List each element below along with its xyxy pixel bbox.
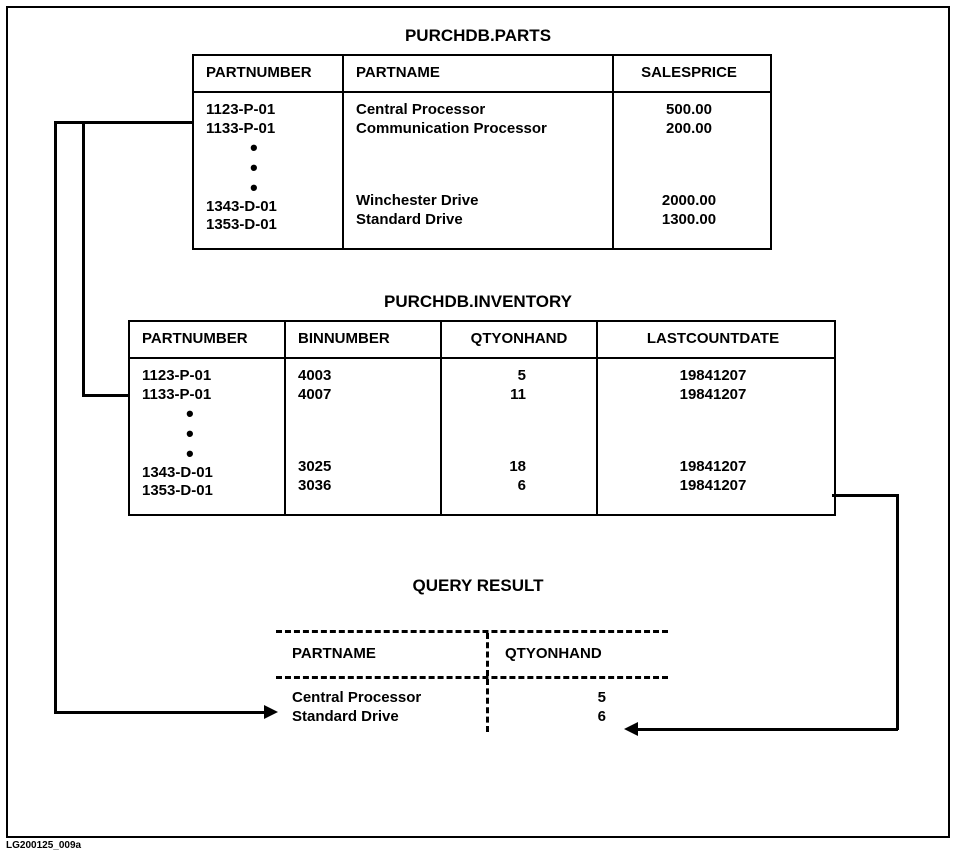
table-cell: 1353-D-01 <box>142 482 272 501</box>
figure-code: LG200125_009a <box>6 840 81 851</box>
table-cell: 1353-D-01 <box>206 216 330 235</box>
parts-body: 1123-P-01 1133-P-01 ••• 1343-D-01 1353-D… <box>194 93 770 248</box>
inv-col-partnumber: 1123-P-01 1133-P-01 ••• 1343-D-01 1353-D… <box>130 359 286 514</box>
table-cell: 200.00 <box>626 120 752 139</box>
parts-header-row: PARTNUMBER PARTNAME SALESPRICE <box>194 56 770 93</box>
table-cell: Central Processor <box>356 101 600 120</box>
inv-hdr-partnumber: PARTNUMBER <box>130 322 286 357</box>
table-cell: 1133-P-01 <box>206 120 330 139</box>
inv-hdr-binnumber: BINNUMBER <box>286 322 442 357</box>
parts-col-partnumber: 1123-P-01 1133-P-01 ••• 1343-D-01 1353-D… <box>194 93 344 248</box>
arrow-right-icon <box>264 705 278 719</box>
table-cell: Standard Drive <box>356 211 600 230</box>
connector-line <box>638 728 898 731</box>
query-header-row: PARTNAME QTYONHAND <box>276 630 668 676</box>
connector-line <box>54 121 57 713</box>
ellipsis-icon: ••• <box>206 138 330 197</box>
table-cell: 1123-P-01 <box>206 101 330 120</box>
inventory-body: 1123-P-01 1133-P-01 ••• 1343-D-01 1353-D… <box>130 359 834 514</box>
inventory-title: PURCHDB.INVENTORY <box>8 292 948 312</box>
parts-table: PARTNUMBER PARTNAME SALESPRICE 1123-P-01… <box>192 54 772 250</box>
table-cell: 1343-D-01 <box>206 198 330 217</box>
inventory-header-row: PARTNUMBER BINNUMBER QTYONHAND LASTCOUNT… <box>130 322 834 359</box>
table-cell: 4003 <box>298 367 428 386</box>
inv-hdr-qtyonhand: QTYONHAND <box>442 322 598 357</box>
table-cell: Communication Processor <box>356 120 600 139</box>
parts-col-partname: Central Processor Communication Processo… <box>344 93 614 248</box>
table-cell: 19841207 <box>610 477 816 496</box>
table-cell: 18 <box>454 458 526 477</box>
connector-line <box>82 394 128 397</box>
inventory-table: PARTNUMBER BINNUMBER QTYONHAND LASTCOUNT… <box>128 320 836 516</box>
table-cell: Winchester Drive <box>356 192 600 211</box>
inv-col-qtyonhand: 5 11 18 6 <box>442 359 598 514</box>
table-cell: 11 <box>454 386 526 405</box>
query-title: QUERY RESULT <box>8 576 948 596</box>
table-cell: 5 <box>505 689 606 708</box>
connector-line <box>832 494 898 497</box>
table-cell: 1343-D-01 <box>142 464 272 483</box>
diagram-frame: PURCHDB.PARTS PARTNUMBER PARTNAME SALESP… <box>6 6 950 838</box>
qr-col-partname: Central Processor Standard Drive <box>276 679 486 733</box>
table-cell: Standard Drive <box>292 708 470 727</box>
qr-col-qtyonhand: 5 6 <box>486 679 666 733</box>
table-cell: 1133-P-01 <box>142 386 272 405</box>
table-cell: 3025 <box>298 458 428 477</box>
inv-hdr-lastcountdate: LASTCOUNTDATE <box>598 322 828 357</box>
table-cell: 3036 <box>298 477 428 496</box>
inv-col-binnumber: 4003 4007 3025 3036 <box>286 359 442 514</box>
arrow-left-icon <box>624 722 638 736</box>
qr-hdr-partname: PARTNAME <box>276 633 486 676</box>
table-cell: 4007 <box>298 386 428 405</box>
table-cell: 1123-P-01 <box>142 367 272 386</box>
connector-line <box>82 121 192 124</box>
parts-title: PURCHDB.PARTS <box>8 26 948 46</box>
ellipsis-icon: ••• <box>142 404 272 463</box>
table-cell: 1300.00 <box>626 211 752 230</box>
table-cell: 5 <box>454 367 526 386</box>
connector-line <box>54 711 264 714</box>
table-cell: 19841207 <box>610 458 816 477</box>
table-cell: 19841207 <box>610 367 816 386</box>
parts-col-salesprice: 500.00 200.00 2000.00 1300.00 <box>614 93 764 248</box>
table-cell: Central Processor <box>292 689 470 708</box>
query-result-table: PARTNAME QTYONHAND Central Processor Sta… <box>276 630 668 732</box>
parts-hdr-partname: PARTNAME <box>344 56 614 91</box>
table-cell: 500.00 <box>626 101 752 120</box>
qr-hdr-qtyonhand: QTYONHAND <box>486 633 666 676</box>
table-cell: 6 <box>505 708 606 727</box>
connector-line <box>896 494 899 730</box>
query-body-row: Central Processor Standard Drive 5 6 <box>276 676 668 733</box>
table-cell: 6 <box>454 477 526 496</box>
inv-col-lastcountdate: 19841207 19841207 19841207 19841207 <box>598 359 828 514</box>
connector-line <box>54 121 82 124</box>
table-cell: 19841207 <box>610 386 816 405</box>
parts-hdr-salesprice: SALESPRICE <box>614 56 764 91</box>
connector-line <box>82 121 85 396</box>
parts-hdr-partnumber: PARTNUMBER <box>194 56 344 91</box>
table-cell: 2000.00 <box>626 192 752 211</box>
